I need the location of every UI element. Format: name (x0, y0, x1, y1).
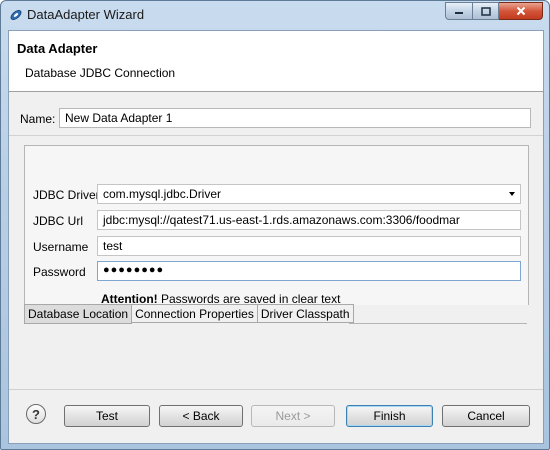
tab-database-location[interactable]: Database Location (24, 304, 133, 324)
close-button[interactable] (499, 2, 543, 20)
next-button[interactable]: Next > (251, 405, 335, 427)
minimize-icon (455, 12, 463, 14)
password-label: Password (33, 265, 86, 279)
tab-bar-line (349, 323, 527, 324)
cancel-button[interactable]: Cancel (442, 405, 530, 427)
name-label: Name: (20, 112, 56, 126)
jdbc-url-label: JDBC Url (33, 214, 83, 228)
app-logo-icon (10, 10, 22, 20)
tab-connection-properties[interactable]: Connection Properties (132, 304, 258, 323)
username-label: Username (33, 240, 89, 254)
name-input[interactable]: New Data Adapter 1 (59, 108, 531, 128)
dialog-body: Data Adapter Database JDBC Connection Na… (8, 30, 544, 444)
close-icon (516, 6, 525, 16)
divider (9, 135, 543, 136)
jdbc-driver-label: JDBC Driver (33, 188, 100, 202)
tab-bar: Database Location Connection Properties … (24, 304, 354, 324)
back-button[interactable]: < Back (159, 405, 243, 427)
window-title: DataAdapter Wizard (27, 7, 145, 22)
window-controls (445, 2, 543, 21)
title-bar[interactable]: DataAdapter Wizard (1, 1, 549, 29)
minimize-button[interactable] (445, 2, 473, 20)
help-icon: ? (32, 406, 40, 422)
chevron-down-icon[interactable] (509, 192, 515, 196)
database-location-panel: JDBC Driver com.mysql.jdbc.Driver JDBC U… (24, 145, 529, 306)
finish-button[interactable]: Finish (346, 405, 433, 427)
help-button[interactable]: ? (26, 404, 46, 424)
wizard-window: DataAdapter Wizard Data Adapter Database… (0, 0, 550, 450)
page-title: Data Adapter (17, 41, 98, 56)
jdbc-driver-value: com.mysql.jdbc.Driver (103, 187, 222, 201)
maximize-icon (480, 6, 491, 16)
test-button[interactable]: Test (64, 405, 150, 427)
button-bar-divider (9, 389, 543, 390)
wizard-header: Data Adapter Database JDBC Connection (9, 31, 543, 92)
jdbc-url-input[interactable]: jdbc:mysql://qatest71.us-east-1.rds.amaz… (97, 210, 521, 230)
page-subtitle: Database JDBC Connection (25, 66, 176, 80)
username-input[interactable]: test (97, 236, 521, 256)
jdbc-driver-select[interactable]: com.mysql.jdbc.Driver (97, 184, 521, 204)
tab-driver-classpath[interactable]: Driver Classpath (257, 304, 354, 323)
password-input[interactable]: ●●●●●●●● (97, 261, 521, 281)
maximize-button[interactable] (473, 2, 499, 20)
